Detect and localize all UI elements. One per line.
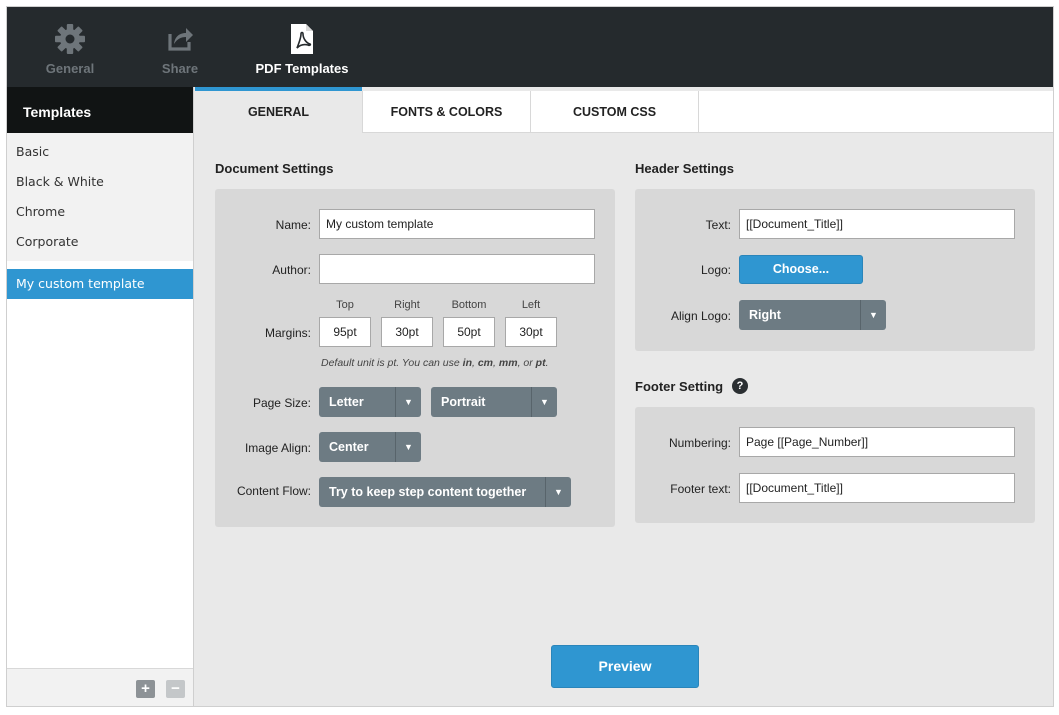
settings-tabs: GENERAL FONTS & COLORS CUSTOM CSS <box>195 91 1053 133</box>
header-text-input[interactable] <box>739 209 1015 239</box>
header-text-label: Text: <box>705 218 731 232</box>
footer-settings-title: Footer Setting <box>635 379 724 394</box>
tab-fonts-colors[interactable]: FONTS & COLORS <box>363 91 531 133</box>
preview-button[interactable]: Preview <box>551 645 699 688</box>
image-align-select[interactable]: Center ▼ <box>319 432 421 462</box>
numbering-label: Numbering: <box>668 436 731 450</box>
preferences-window: General Share PDF Templates Templates Ba… <box>6 6 1054 707</box>
margin-top-label: Top <box>336 299 354 311</box>
orientation-value: Portrait <box>441 395 486 409</box>
page-size-label: Page Size: <box>252 396 311 410</box>
templates-sidebar: Templates Basic Black & White Chrome Cor… <box>7 87 194 706</box>
sidebar-title: Templates <box>7 87 193 133</box>
chevron-down-icon: ▼ <box>860 300 886 330</box>
logo-label: Logo: <box>700 263 731 277</box>
template-item-my-custom-template[interactable]: My custom template <box>7 269 193 299</box>
align-logo-label: Align Logo: <box>670 309 731 323</box>
add-template-button[interactable]: + <box>136 680 155 698</box>
name-input[interactable] <box>319 209 595 239</box>
template-item-chrome[interactable]: Chrome <box>7 197 193 227</box>
footer-text-label: Footer text: <box>670 482 731 496</box>
margin-right-label: Right <box>394 299 420 311</box>
remove-template-button[interactable]: − <box>166 680 185 698</box>
template-item-basic[interactable]: Basic <box>7 137 193 167</box>
margin-bottom-input[interactable] <box>443 317 495 347</box>
choose-logo-button[interactable]: Choose... <box>739 255 863 284</box>
chevron-down-icon: ▼ <box>395 432 421 462</box>
image-align-label: Image Align: <box>244 441 311 455</box>
image-align-value: Center <box>329 440 369 454</box>
margin-left-label: Left <box>521 299 541 311</box>
margin-bottom-label: Bottom <box>451 299 487 311</box>
footer-text-input[interactable] <box>739 473 1015 503</box>
footer-settings-panel <box>635 407 1035 523</box>
margin-left-input[interactable] <box>505 317 557 347</box>
content-flow-value: Try to keep step content together <box>329 485 527 499</box>
document-settings-title: Document Settings <box>215 161 334 176</box>
page-size-select[interactable]: Letter ▼ <box>319 387 421 417</box>
tab-custom-css[interactable]: CUSTOM CSS <box>531 91 699 133</box>
toolbar-share-button[interactable]: Share <box>125 7 235 87</box>
toolbar-share-label: Share <box>161 61 199 76</box>
header-settings-title: Header Settings <box>635 161 734 176</box>
author-label: Author: <box>272 263 311 277</box>
toolbar: General Share PDF Templates <box>7 7 1053 87</box>
name-label: Name: <box>275 218 311 232</box>
margins-label: Margins: <box>264 326 311 340</box>
toolbar-general-button[interactable]: General <box>15 7 125 87</box>
page-size-value: Letter <box>329 395 364 409</box>
chevron-down-icon: ▼ <box>545 477 571 507</box>
gear-icon <box>15 22 125 56</box>
orientation-select[interactable]: Portrait ▼ <box>431 387 557 417</box>
template-item-corporate[interactable]: Corporate <box>7 227 193 257</box>
content-flow-label: Content Flow: <box>236 484 311 498</box>
builtin-template-list: Basic Black & White Chrome Corporate <box>7 133 193 261</box>
margin-top-input[interactable] <box>319 317 371 347</box>
content-flow-select[interactable]: Try to keep step content together ▼ <box>319 477 571 507</box>
help-icon[interactable]: ? <box>732 378 748 394</box>
pdf-file-icon <box>247 23 357 57</box>
toolbar-general-label: General <box>45 61 95 76</box>
sidebar-footer: + − <box>7 668 193 706</box>
align-logo-value: Right <box>749 308 781 322</box>
toolbar-pdf-templates-label: PDF Templates <box>255 61 349 76</box>
toolbar-pdf-templates-button[interactable]: PDF Templates <box>247 7 357 87</box>
template-item-black-white[interactable]: Black & White <box>7 167 193 197</box>
margin-right-input[interactable] <box>381 317 433 347</box>
list-divider <box>7 261 193 269</box>
chevron-down-icon: ▼ <box>531 387 557 417</box>
author-input[interactable] <box>319 254 595 284</box>
margin-unit-hint: Default unit is pt. You can use in, cm, … <box>321 357 549 369</box>
numbering-input[interactable] <box>739 427 1015 457</box>
chevron-down-icon: ▼ <box>395 387 421 417</box>
tab-general[interactable]: GENERAL <box>195 91 363 133</box>
share-icon <box>125 22 235 56</box>
align-logo-select[interactable]: Right ▼ <box>739 300 886 330</box>
